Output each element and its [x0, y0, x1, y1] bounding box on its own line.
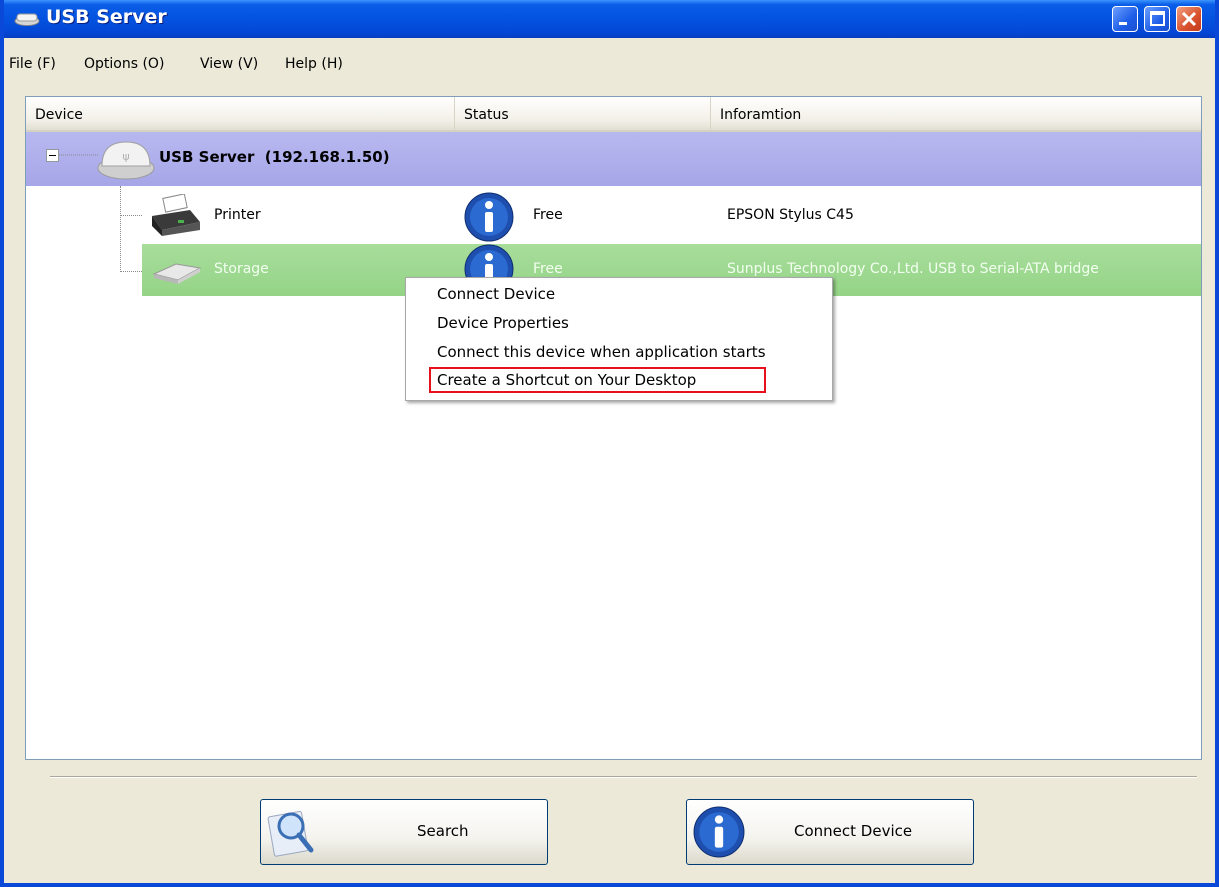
storage-icon — [152, 263, 202, 284]
connect-device-button-label: Connect Device — [794, 822, 913, 840]
usb-server-icon: ψ — [97, 141, 155, 180]
menu-file[interactable]: File (F) — [9, 56, 56, 72]
column-header: Device Status Inforamtion — [26, 97, 1201, 132]
tree-line — [120, 215, 142, 216]
title-bar[interactable]: USB Server — [4, 0, 1215, 38]
menu-help[interactable]: Help (H) — [285, 56, 343, 72]
collapse-toggle[interactable] — [46, 149, 59, 162]
tree-connector — [59, 154, 99, 156]
info-icon — [464, 192, 514, 242]
column-information[interactable]: Inforamtion — [711, 97, 1201, 130]
usb-server-icon — [14, 13, 40, 26]
device-status: Free — [533, 261, 563, 277]
search-button-label: Search — [417, 822, 469, 840]
menu-bar: File (F) Options (O) View (V) Help (H) — [4, 38, 1215, 86]
connect-device-button[interactable]: Connect Device — [686, 799, 974, 865]
device-list[interactable]: Device Status Inforamtion ψ USB Server (… — [25, 96, 1202, 760]
menu-item-connect-device[interactable]: Connect Device — [437, 285, 555, 303]
window-title: USB Server — [46, 6, 167, 28]
menu-item-device-properties[interactable]: Device Properties — [437, 314, 569, 332]
app-window: USB Server File (F) Options (O) View (V)… — [0, 0, 1219, 887]
device-info: Sunplus Technology Co.,Ltd. USB to Seria… — [727, 261, 1099, 277]
close-button[interactable] — [1176, 6, 1202, 32]
context-menu: Connect Device Device Properties Connect… — [405, 277, 833, 401]
search-button[interactable]: Search — [260, 799, 548, 865]
minimize-button[interactable] — [1112, 6, 1138, 32]
close-icon — [1181, 11, 1197, 27]
menu-view[interactable]: View (V) — [200, 56, 258, 72]
menu-item-create-shortcut[interactable]: Create a Shortcut on Your Desktop — [437, 371, 696, 389]
maximize-button[interactable] — [1144, 6, 1170, 32]
server-row[interactable]: ψ USB Server (192.168.1.50) — [26, 132, 1201, 186]
menu-options[interactable]: Options (O) — [84, 56, 164, 72]
tree-line — [120, 271, 142, 272]
device-name: Storage — [214, 261, 269, 277]
magnifier-icon — [267, 810, 314, 857]
device-row-printer[interactable]: Printer Free EPSON Stylus C45 — [142, 190, 1201, 242]
server-label: USB Server (192.168.1.50) — [159, 148, 390, 166]
minimize-icon — [1119, 22, 1127, 25]
column-status[interactable]: Status — [455, 97, 711, 130]
tree-line — [120, 186, 121, 272]
device-info: EPSON Stylus C45 — [727, 207, 854, 223]
separator — [50, 776, 1197, 778]
maximize-icon — [1150, 11, 1165, 26]
device-status: Free — [533, 207, 563, 223]
device-name: Printer — [214, 207, 261, 223]
menu-item-connect-on-start[interactable]: Connect this device when application sta… — [437, 343, 766, 361]
info-icon — [693, 806, 745, 858]
svg-text:ψ: ψ — [122, 150, 129, 163]
printer-icon — [152, 194, 200, 236]
column-device[interactable]: Device — [26, 97, 455, 130]
